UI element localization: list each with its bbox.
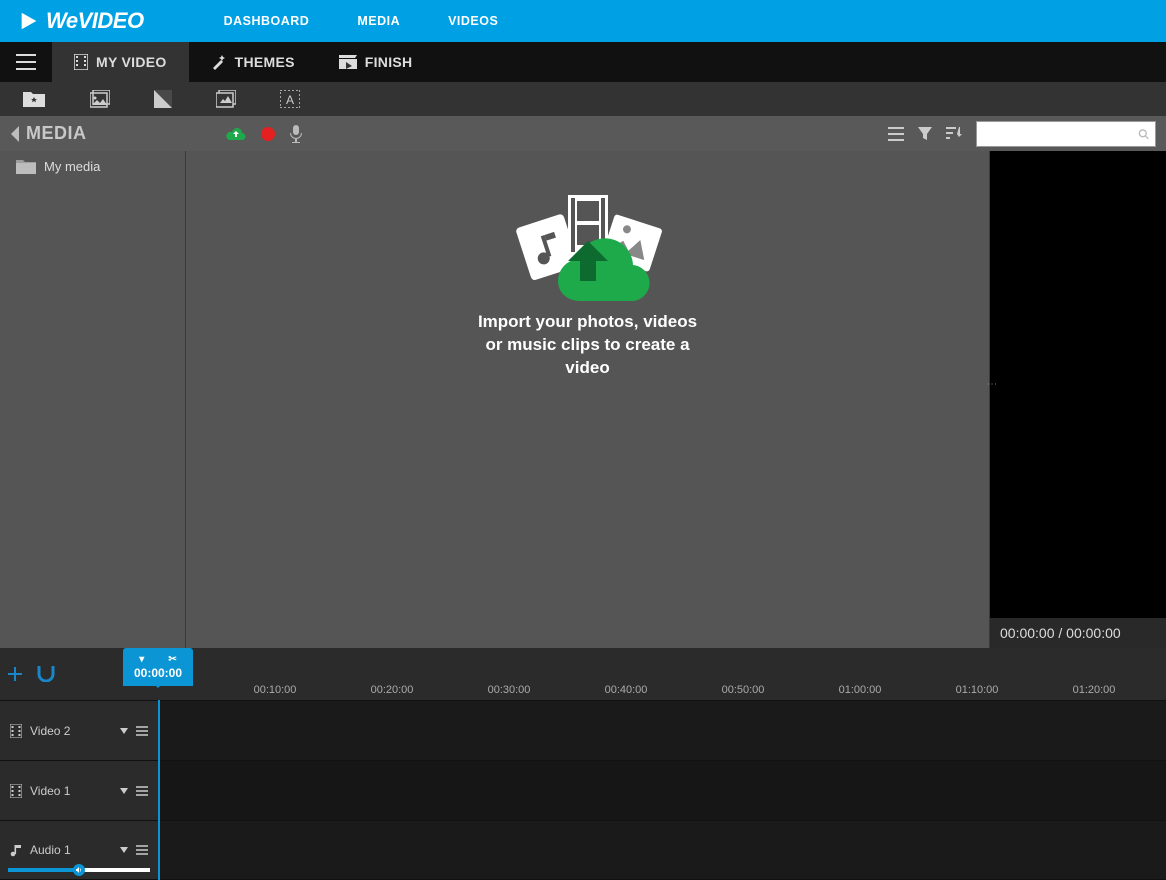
track-menu-icon[interactable]	[136, 726, 148, 736]
track-menu-icon[interactable]	[136, 786, 148, 796]
ruler-label: 00:20:00	[371, 684, 414, 696]
middle-region: My media	[0, 151, 1166, 648]
tab-finish-label: FINISH	[365, 54, 413, 70]
play-logo-icon	[18, 10, 40, 32]
resize-handle-icon[interactable]: ⋮	[986, 379, 997, 391]
svg-text:A: A	[286, 93, 294, 107]
text-icon[interactable]: A	[280, 90, 300, 108]
import-hero-icon	[493, 193, 683, 303]
media-library[interactable]: Import your photos, videos or music clip…	[186, 151, 990, 648]
menu-hamburger-icon[interactable]	[0, 42, 52, 82]
add-track-button[interactable]	[8, 667, 22, 681]
search-icon	[1138, 126, 1149, 142]
app-logo[interactable]: WeVIDEO	[18, 8, 144, 34]
media-tree: My media	[0, 151, 186, 648]
track-menu-icon[interactable]	[136, 845, 148, 855]
ruler-label: 00:40:00	[605, 684, 648, 696]
track-label: Video 2	[30, 724, 112, 738]
sort-icon[interactable]	[946, 127, 962, 141]
ruler-label: 00:10:00	[254, 684, 297, 696]
top-nav: DASHBOARD MEDIA VIDEOS	[224, 14, 499, 28]
tab-themes-label: THEMES	[235, 54, 295, 70]
ruler-label: 01:10:00	[956, 684, 999, 696]
list-view-icon[interactable]	[888, 127, 904, 141]
folder-icon	[16, 160, 36, 174]
top-app-bar: WeVIDEO DASHBOARD MEDIA VIDEOS	[0, 0, 1166, 42]
track-video-2: Video 2	[0, 700, 1166, 760]
filter-icon[interactable]	[918, 127, 932, 141]
magnet-snap-button[interactable]	[36, 666, 56, 682]
tab-my-video[interactable]: MY VIDEO	[52, 42, 189, 82]
ruler-label: 01:20:00	[1073, 684, 1116, 696]
track-audio-1: Audio 1	[0, 820, 1166, 880]
library-tool-row: A	[0, 82, 1166, 116]
track-caret-icon[interactable]	[120, 847, 128, 853]
track-head: Video 1	[0, 761, 158, 820]
track-caret-icon[interactable]	[120, 728, 128, 734]
preview-pane: ⋮ 00:00:00 / 00:00:00	[990, 151, 1166, 648]
filmstrip-icon	[74, 54, 88, 70]
media-label: MEDIA	[26, 123, 87, 144]
record-icon[interactable]	[261, 127, 275, 141]
tree-item-label: My media	[44, 159, 100, 174]
graphics-icon[interactable]	[216, 90, 236, 108]
timeline: ▾ ✂ 00:00:00 00:10:00 00:20:00 00:30:00 …	[0, 648, 1166, 880]
track-body[interactable]	[158, 701, 1166, 760]
cloud-upload-icon[interactable]	[225, 126, 247, 142]
track-label: Video 1	[30, 784, 112, 798]
media-strip: MEDIA	[0, 116, 1166, 151]
ruler-label: 00:30:00	[488, 684, 531, 696]
starred-folder-icon[interactable]	[22, 90, 46, 108]
nav-videos[interactable]: VIDEOS	[448, 14, 498, 28]
track-label: Audio 1	[30, 843, 112, 857]
track-head: Video 2	[0, 701, 158, 760]
transition-icon[interactable]	[154, 90, 172, 108]
nav-media[interactable]: MEDIA	[357, 14, 400, 28]
nav-dashboard[interactable]: DASHBOARD	[224, 14, 310, 28]
playhead-time: 00:00:00	[134, 666, 182, 680]
tab-my-video-label: MY VIDEO	[96, 54, 167, 70]
timeline-ruler[interactable]: ▾ ✂ 00:00:00 00:10:00 00:20:00 00:30:00 …	[158, 648, 1166, 700]
images-icon[interactable]	[90, 90, 110, 108]
audio-track-icon	[10, 843, 22, 857]
chevron-left-icon	[10, 126, 20, 142]
playhead-handle[interactable]: ▾ ✂ 00:00:00	[123, 648, 193, 686]
ruler-label: 01:00:00	[839, 684, 882, 696]
marker-icon[interactable]: ▾	[139, 654, 144, 665]
split-icon[interactable]: ✂	[168, 654, 176, 665]
video-track-icon	[10, 784, 22, 798]
tree-item-my-media[interactable]: My media	[0, 151, 185, 182]
track-head: Audio 1	[0, 821, 158, 879]
timeline-ruler-row: ▾ ✂ 00:00:00 00:10:00 00:20:00 00:30:00 …	[0, 648, 1166, 700]
video-track-icon	[10, 724, 22, 738]
import-hero[interactable]: Import your photos, videos or music clip…	[468, 193, 708, 380]
microphone-icon[interactable]	[289, 125, 303, 143]
project-tab-bar: MY VIDEO THEMES FINISH	[0, 42, 1166, 82]
media-back-button[interactable]: MEDIA	[10, 123, 87, 144]
clapper-icon	[339, 55, 357, 69]
wand-icon	[211, 54, 227, 70]
track-video-1: Video 1	[0, 760, 1166, 820]
search-box[interactable]	[976, 121, 1156, 147]
logo-text: WeVIDEO	[46, 8, 144, 34]
tab-finish[interactable]: FINISH	[317, 42, 435, 82]
ruler-label: 00:50:00	[722, 684, 765, 696]
search-input[interactable]	[983, 122, 1138, 146]
preview-time-display: 00:00:00 / 00:00:00	[990, 618, 1166, 648]
tab-themes[interactable]: THEMES	[189, 42, 317, 82]
track-volume-slider[interactable]	[8, 865, 150, 875]
track-body[interactable]	[158, 761, 1166, 820]
preview-canvas[interactable]: ⋮	[990, 151, 1166, 618]
track-body[interactable]	[158, 821, 1166, 879]
import-hero-text: Import your photos, videos or music clip…	[468, 311, 708, 380]
track-caret-icon[interactable]	[120, 788, 128, 794]
